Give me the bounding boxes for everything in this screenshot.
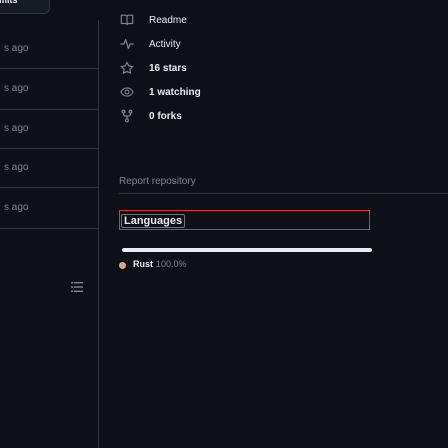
commit-time: s ago bbox=[4, 202, 29, 213]
readme-label: Readme bbox=[149, 14, 187, 26]
fork-icon bbox=[121, 109, 133, 123]
rust-color-dot bbox=[119, 262, 126, 269]
commit-time: s ago bbox=[4, 83, 29, 94]
languages-title: Languages bbox=[121, 214, 186, 228]
watchers-link[interactable]: 1 watching bbox=[120, 84, 201, 100]
book-icon bbox=[120, 14, 134, 26]
activity-link[interactable]: Activity bbox=[120, 36, 181, 52]
commits-label: mits bbox=[0, 0, 18, 5]
section-divider bbox=[119, 193, 448, 194]
language-bar bbox=[122, 248, 372, 252]
commit-time: s ago bbox=[4, 43, 29, 54]
stars-label: 16 stars bbox=[149, 62, 187, 74]
language-bar-segment-rust bbox=[122, 248, 372, 252]
commit-history-column: s ago s ago s ago s ago s ago bbox=[0, 20, 99, 448]
forks-link[interactable]: 0 forks bbox=[120, 108, 182, 124]
watchers-label: 1 watching bbox=[149, 86, 201, 98]
row-divider bbox=[0, 68, 98, 69]
activity-label: Activity bbox=[149, 38, 181, 50]
languages-heading-box: Languages bbox=[119, 210, 370, 230]
row-divider bbox=[0, 109, 98, 110]
row-divider bbox=[0, 187, 98, 188]
language-name[interactable]: Rust bbox=[133, 259, 153, 269]
commit-time: s ago bbox=[4, 123, 29, 134]
commits-header[interactable]: mits bbox=[0, 0, 50, 14]
report-repository-link[interactable]: Report repository bbox=[119, 176, 196, 187]
forks-label: 0 forks bbox=[149, 110, 182, 122]
eye-icon bbox=[120, 87, 134, 97]
star-icon bbox=[120, 61, 134, 74]
list-icon[interactable] bbox=[71, 282, 83, 292]
readme-link[interactable]: Readme bbox=[120, 12, 187, 28]
row-divider bbox=[0, 228, 98, 229]
row-divider bbox=[0, 148, 98, 149]
commit-time: s ago bbox=[4, 162, 29, 173]
stars-link[interactable]: 16 stars bbox=[120, 60, 187, 76]
language-percent: 100.0% bbox=[156, 259, 187, 269]
pulse-icon bbox=[120, 39, 134, 49]
